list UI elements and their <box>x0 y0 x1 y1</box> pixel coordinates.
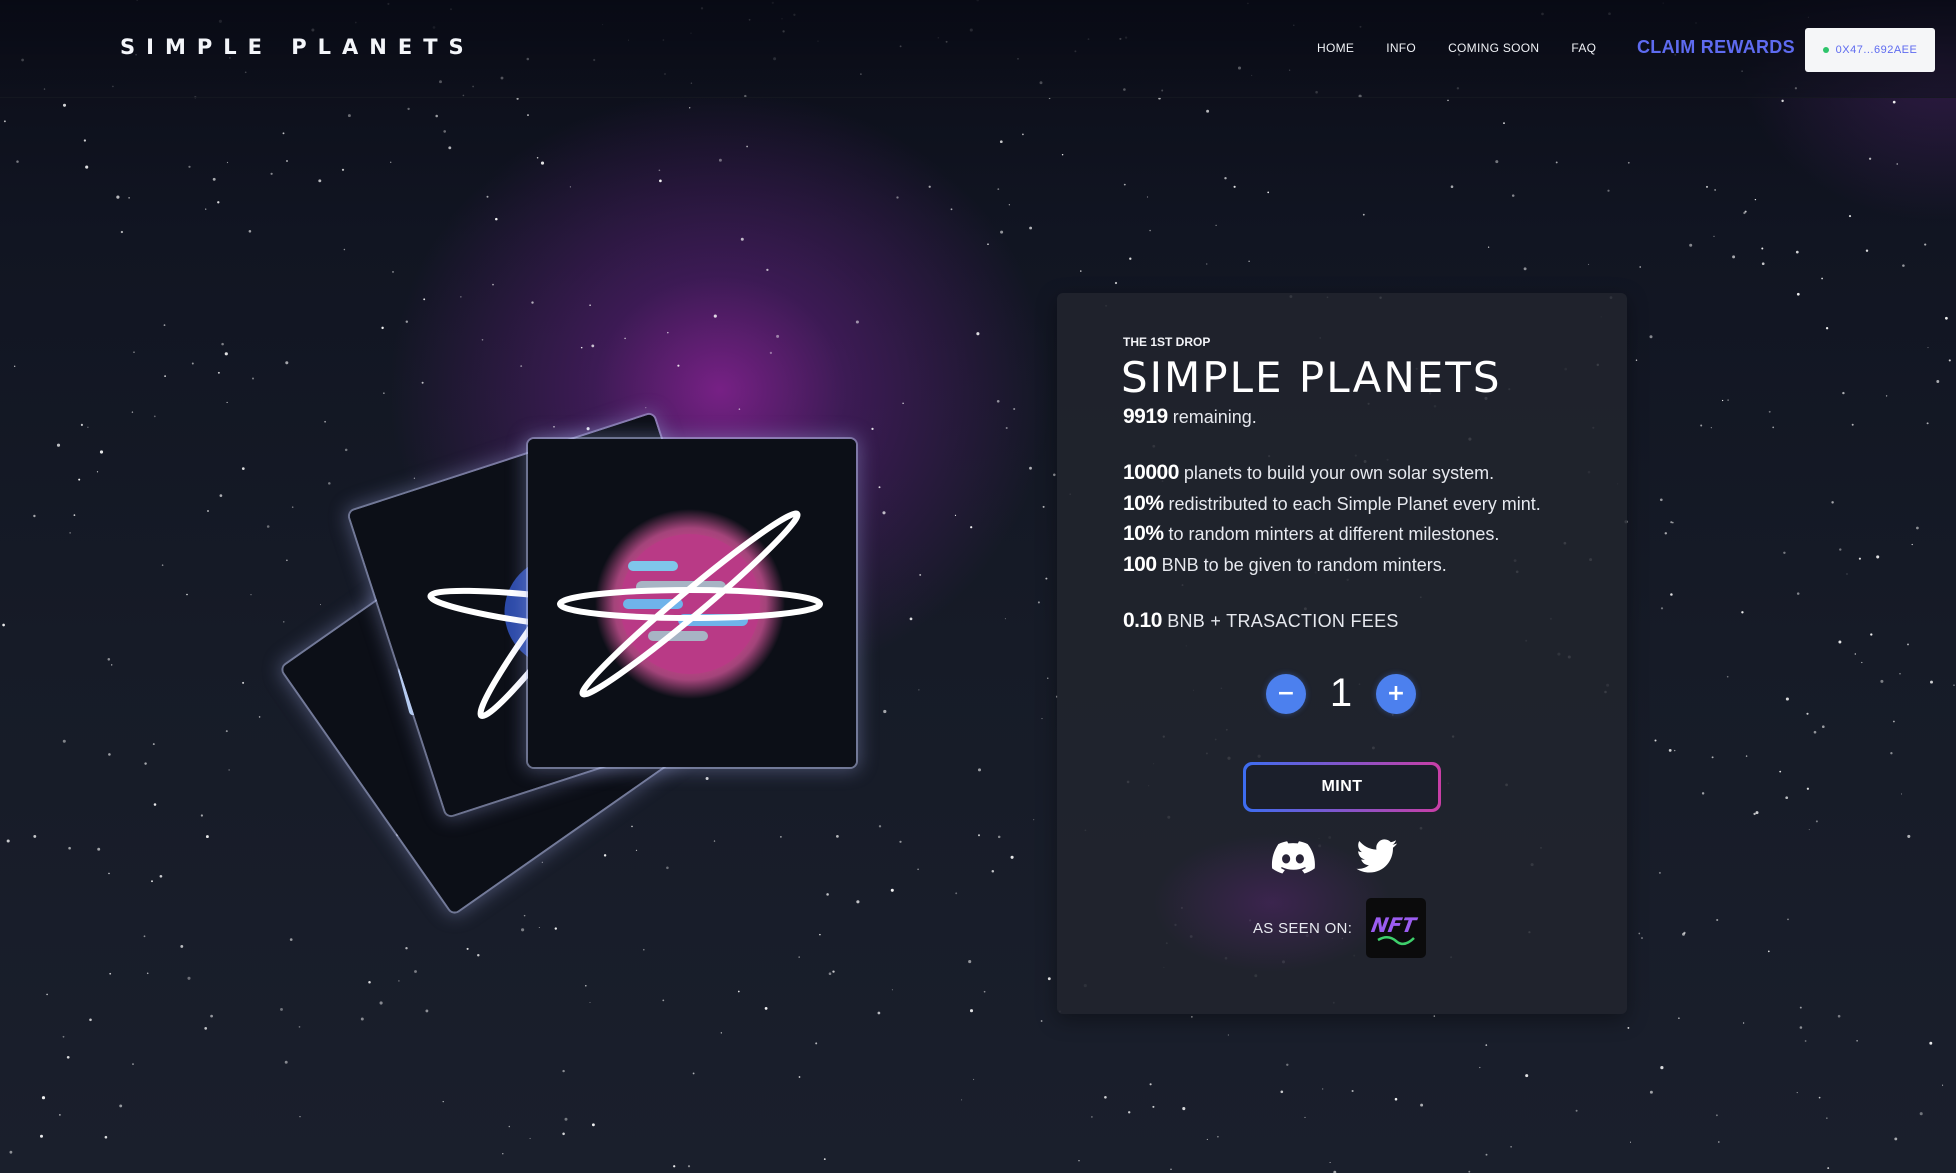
quantity-stepper: − 1 + <box>1266 671 1416 716</box>
nav-home-link[interactable]: HOME <box>1317 41 1354 55</box>
nav-faq-link[interactable]: FAQ <box>1571 41 1596 55</box>
drop-label: THE 1ST DROP <box>1123 335 1211 349</box>
feature-text: planets to build your own solar system. <box>1183 463 1495 483</box>
svg-text:NFT: NFT <box>1370 913 1420 937</box>
social-links <box>1271 837 1399 877</box>
feature-item: 10% redistributed to each Simple Planet … <box>1123 492 1541 523</box>
claim-rewards-link[interactable]: CLAIM REWARDS <box>1637 37 1795 58</box>
feature-text: to random minters at different milestone… <box>1168 524 1500 544</box>
collection-title: SIMPLE PLANETS <box>1121 353 1502 402</box>
status-dot-icon <box>1822 47 1829 53</box>
main-nav: HOME INFO COMING SOON FAQ <box>1317 41 1628 55</box>
wallet-button[interactable]: 0X47...692AEE <box>1805 28 1935 72</box>
discord-icon[interactable] <box>1271 837 1315 877</box>
price-text: BNB + TRASACTION FEES <box>1167 611 1399 631</box>
feature-text: BNB to be given to random minters. <box>1161 554 1447 575</box>
mint-button[interactable]: MINT <box>1243 762 1441 812</box>
mint-panel: THE 1ST DROP SIMPLE PLANETS 9919 remaini… <box>1057 293 1627 1014</box>
feature-item: 10% to random minters at different miles… <box>1123 522 1541 553</box>
price-value: 0.10 <box>1123 609 1162 632</box>
planet-card-front <box>528 439 856 767</box>
feature-value: 10% <box>1123 491 1164 515</box>
quantity-value: 1 <box>1329 671 1353 715</box>
feature-item: 10000 planets to build your own solar sy… <box>1123 461 1541 492</box>
mint-price: 0.10 BNB + TRASACTION FEES <box>1123 609 1399 633</box>
nav-info-link[interactable]: INFO <box>1386 41 1416 55</box>
as-seen-on-label: AS SEEN ON: <box>1253 919 1353 937</box>
remaining-text: remaining. <box>1172 407 1257 427</box>
wallet-address: 0X47...692AEE <box>1835 44 1918 56</box>
nft-calendar-logo-art: NFT <box>1370 913 1420 946</box>
increment-button[interactable]: + <box>1376 673 1416 714</box>
nav-coming-soon-link[interactable]: COMING SOON <box>1448 41 1539 55</box>
decrement-button[interactable]: − <box>1266 673 1306 714</box>
remaining-number: 9919 <box>1123 405 1168 428</box>
feature-value: 10% <box>1123 522 1164 545</box>
feature-list: 10000 planets to build your own solar sy… <box>1123 461 1541 583</box>
feature-value: 100 <box>1123 552 1157 576</box>
twitter-icon[interactable] <box>1355 837 1399 877</box>
feature-value: 10000 <box>1123 461 1179 484</box>
mint-button-label: MINT <box>1246 765 1438 809</box>
remaining-count: 9919 remaining. <box>1123 405 1257 429</box>
nft-calendar-logo[interactable]: NFT <box>1366 898 1427 958</box>
feature-text: redistributed to each Simple Planet ever… <box>1168 493 1541 514</box>
planet-card-stack <box>0 0 900 914</box>
feature-item: 100 BNB to be given to random minters. <box>1123 553 1541 584</box>
as-seen-on: AS SEEN ON: NFT <box>1253 898 1427 958</box>
